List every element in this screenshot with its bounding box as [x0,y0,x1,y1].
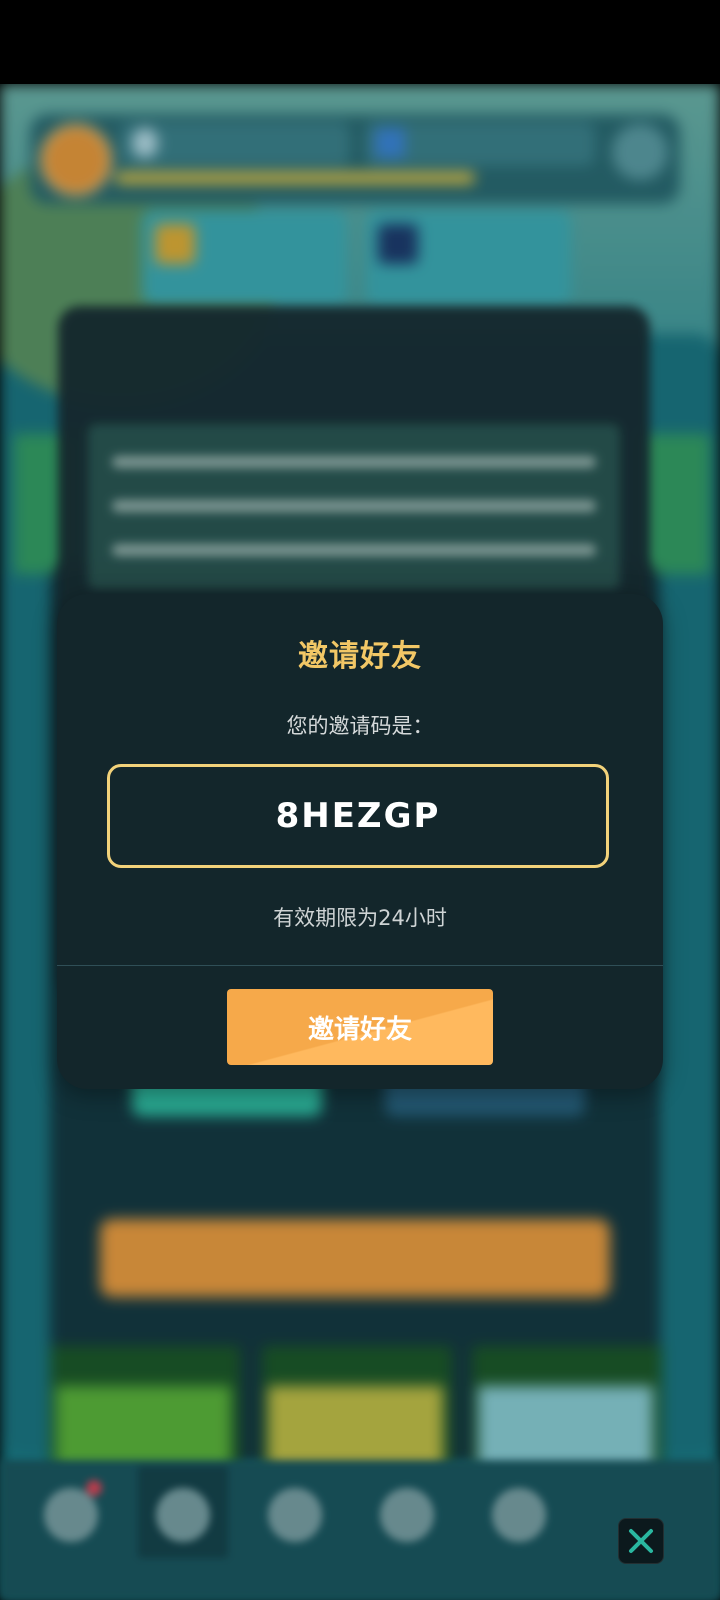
status-bar [0,0,720,84]
invite-dialog: 邀请好友 您的邀请码是： 8HEZGP 有效期限为24小时 邀请好友 [57,594,663,1089]
divider [57,965,663,966]
dialog-title: 邀请好友 [298,639,422,674]
validity-text: 有效期限为24小时 [273,906,447,930]
invite-code-box[interactable]: 8HEZGP [107,764,609,868]
invite-code-label: 您的邀请码是： [286,714,434,738]
invite-friends-button[interactable]: 邀请好友 [227,989,493,1065]
screen: 邀请好友 您的邀请码是： 8HEZGP 有效期限为24小时 邀请好友 [0,0,720,1600]
invite-code[interactable]: 8HEZGP [276,796,441,836]
